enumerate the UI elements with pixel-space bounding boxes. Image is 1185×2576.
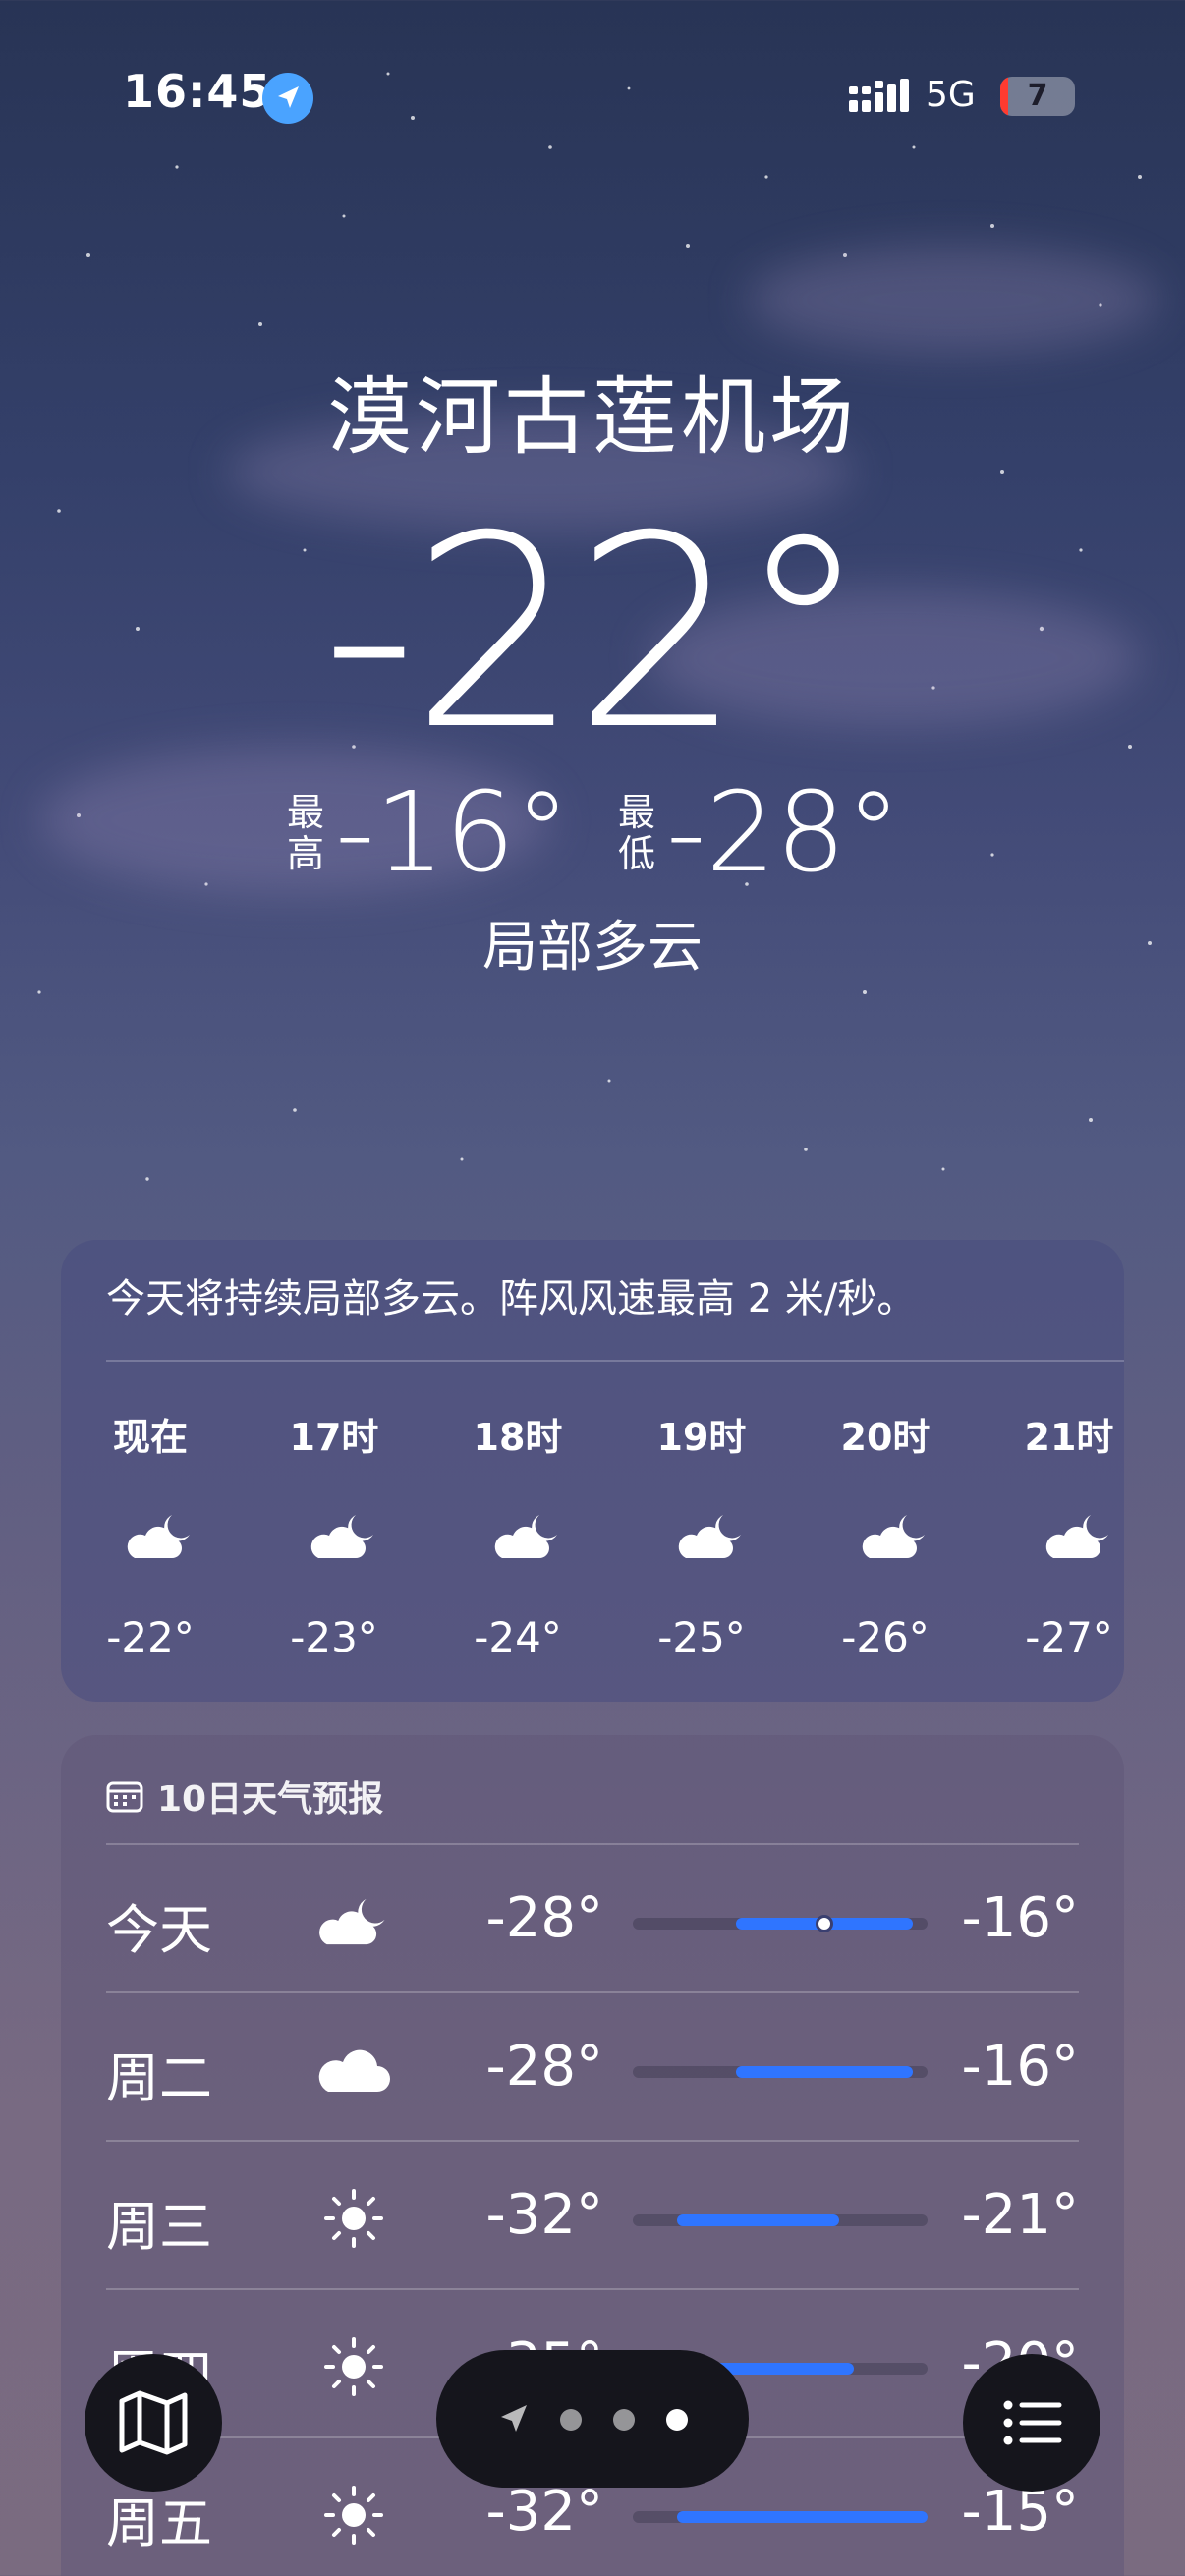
map-icon (119, 2390, 188, 2455)
low-temperature: -32° (485, 2183, 603, 2247)
hour-temperature: -25° (657, 1613, 746, 1661)
page-dot (666, 2409, 688, 2431)
temperature-range-fill (677, 2511, 928, 2523)
hour-label: 21时 (1024, 1416, 1114, 1459)
status-bar: 16:45 5G 7 (0, 0, 1185, 196)
hour-temperature: -24° (474, 1613, 562, 1661)
page-dot (613, 2409, 635, 2431)
hour-label: 18时 (473, 1416, 563, 1459)
day-row[interactable]: 今天 -28° -16° (106, 1849, 1079, 1996)
day-label: 今天 (106, 1899, 212, 1961)
current-weather: 漠河古莲机场 -22° 最高 -16° 最低 -28° 局部多云 (0, 364, 1185, 980)
low-temperature: -28° (485, 1886, 603, 1950)
cloud-wisp (747, 246, 1159, 354)
temperature-range-bar (633, 2214, 928, 2226)
partly-cloudy-night-icon (305, 1509, 383, 1564)
hour-label: 现在 (112, 1416, 188, 1459)
divider (106, 1991, 1079, 1993)
low-label: 最低 (617, 791, 655, 875)
location-name: 漠河古莲机场 (327, 368, 858, 467)
day-label: 周二 (106, 2047, 212, 2109)
hour-label: 20时 (840, 1416, 931, 1459)
forecast-summary: 今天将持续局部多云。阵风风速最高 2 米/秒。 (106, 1276, 917, 1321)
divider (106, 1360, 1124, 1362)
hour-temperature: -26° (841, 1613, 930, 1661)
partly-cloudy-night-icon (672, 1509, 751, 1564)
low-temperature: -32° (485, 2480, 603, 2544)
temperature-range-fill (736, 2066, 913, 2078)
hour-label: 17时 (289, 1416, 379, 1459)
ten-day-title: 10日天气预报 (157, 1779, 384, 1820)
partly-cloudy-night-icon (488, 1509, 567, 1564)
low-value: -28° (666, 769, 901, 897)
page-indicator[interactable] (436, 2350, 749, 2488)
hourly-item: 18时 -24° (426, 1393, 609, 1688)
high-temperature: -21° (961, 2183, 1079, 2247)
current-location-arrow-icon (501, 2405, 527, 2432)
hourly-item: 现在 -22° (61, 1393, 242, 1688)
temperature-range-bar (633, 1915, 928, 1932)
hour-temperature: -23° (290, 1613, 378, 1661)
temperature-range-bar (633, 2511, 928, 2523)
divider (106, 2140, 1079, 2142)
high-value: -16° (335, 769, 570, 897)
page-dot (560, 2409, 582, 2431)
hourly-forecast-card[interactable]: 今天将持续局部多云。阵风风速最高 2 米/秒。 现在 -22° 17时 -23° 18时… (61, 1240, 1124, 1702)
hourly-list[interactable]: 现在 -22° 17时 -23° 18时 -24° 19时 -25° 20时 -26° 21时 -27… (106, 1393, 1124, 1688)
day-row[interactable]: 周三 -32° -21° (106, 2146, 1079, 2293)
day-row[interactable]: 周二 -28° -16° (106, 1997, 1079, 2145)
low-temperature: 最低 -28° (615, 774, 901, 892)
temperature-range-fill (677, 2214, 839, 2226)
location-arrow-icon (262, 73, 313, 124)
hourly-item: 21时 -27° (978, 1393, 1124, 1688)
calendar-icon (106, 1781, 143, 1813)
high-low-temperatures: 最高 -16° 最低 -28° (0, 774, 1185, 892)
partly-cloudy-night-icon (121, 1509, 199, 1564)
hourly-item: 19时 -25° (610, 1393, 793, 1688)
status-time: 16:45 (123, 65, 272, 118)
low-temperature: -28° (485, 2035, 603, 2099)
map-button[interactable] (85, 2354, 222, 2492)
ten-day-header: 10日天气预报 (106, 1770, 383, 1821)
partly-cloudy-night-icon (856, 1509, 934, 1564)
list-icon (1003, 2400, 1062, 2445)
day-label: 周三 (106, 2196, 212, 2258)
high-temperature: 最高 -16° (284, 774, 570, 892)
high-label: 最高 (287, 791, 325, 875)
divider (106, 1843, 1079, 1845)
hour-temperature: -27° (1025, 1613, 1113, 1661)
hourly-item: 17时 -23° (243, 1393, 425, 1688)
hour-temperature: -22° (106, 1613, 195, 1661)
condition-text: 局部多云 (482, 916, 703, 980)
current-temp-marker (816, 1915, 833, 1932)
temperature-range-bar (633, 2066, 928, 2078)
cellular-signal-icon (849, 79, 909, 112)
current-temperature: -22° (321, 478, 870, 788)
battery-percent: 7 (1027, 79, 1048, 113)
network-type: 5G (926, 75, 976, 115)
partly-cloudy-night-icon (1040, 1509, 1118, 1564)
hour-label: 19时 (656, 1416, 747, 1459)
high-temperature: -16° (961, 1886, 1079, 1950)
divider (106, 2288, 1079, 2290)
hourly-item: 20时 -26° (794, 1393, 977, 1688)
city-list-button[interactable] (963, 2354, 1100, 2492)
high-temperature: -16° (961, 2035, 1079, 2099)
battery-icon: 7 (1000, 77, 1075, 116)
